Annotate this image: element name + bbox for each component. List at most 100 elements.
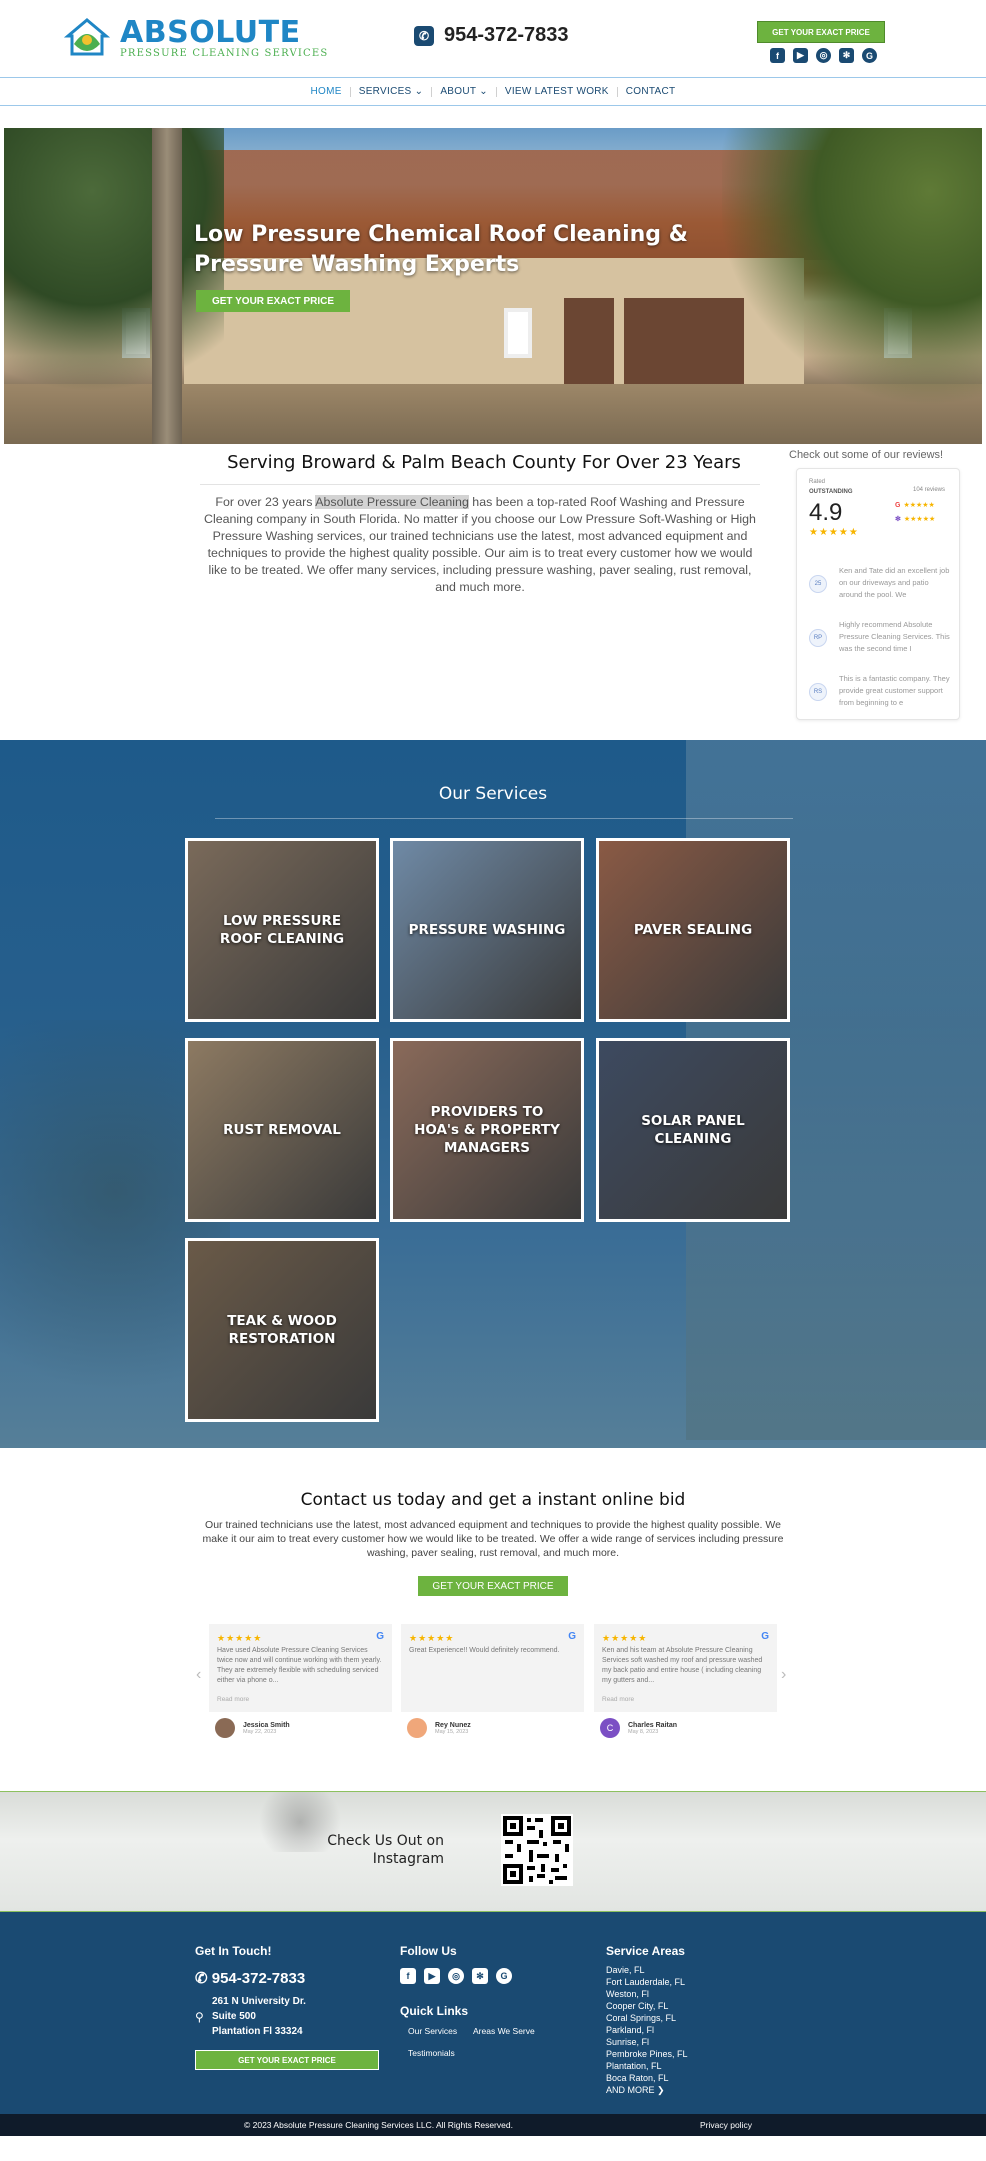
phone-icon: ✆: [414, 25, 434, 46]
about-title: Serving Broward & Palm Beach County For …: [227, 452, 741, 473]
reviews-widget[interactable]: Rated OUTSTANDING 4.9 ★★★★★ 104 reviews …: [796, 468, 960, 720]
google-icon: G: [761, 1631, 769, 1642]
footer-link-services[interactable]: Our Services: [408, 2026, 457, 2036]
review-snippet-text: Highly recommend Absolute Pressure Clean…: [839, 620, 950, 653]
card-text: Ken and his team at Absolute Pressure Cl…: [602, 1647, 763, 1684]
service-tile-roof-cleaning[interactable]: LOW PRESSURE ROOF CLEANING: [185, 838, 379, 1022]
card-stars: ★★★★★: [217, 1633, 263, 1643]
chevron-down-icon: ⌄: [414, 86, 424, 97]
review-snippet[interactable]: RS This is a fantastic company. They pro…: [809, 673, 955, 713]
reviews-heading: Check out some of our reviews!: [789, 449, 944, 461]
google-icon[interactable]: G: [496, 1968, 512, 1984]
google-stars: ★★★★★: [903, 502, 935, 509]
service-tile-hoa[interactable]: PROVIDERS TO HOA's & PROPERTY MANAGERS: [390, 1038, 584, 1222]
service-area-item[interactable]: Boca Raton, FL: [606, 2072, 688, 2084]
address-line: Plantation Fl 33324: [212, 2026, 303, 2037]
instagram-icon[interactable]: ◎: [448, 1968, 464, 1984]
logo-name: ABSOLUTE: [120, 14, 301, 50]
service-area-item[interactable]: Sunrise, Fl: [606, 2036, 688, 2048]
review-date: May 8, 2023: [628, 1728, 659, 1735]
privacy-policy-link[interactable]: Privacy policy: [700, 2120, 752, 2130]
rating-stars: ★★★★★: [809, 527, 859, 538]
testimonial-card[interactable]: ★★★★★ G Ken and his team at Absolute Pre…: [594, 1624, 777, 1712]
service-areas-more-link[interactable]: AND MORE ❯: [606, 2084, 688, 2096]
footer-price-button[interactable]: GET YOUR EXACT PRICE: [195, 2050, 379, 2070]
reviewer-name: Jessica Smith: [243, 1721, 290, 1729]
reviewer: Rey Nunez May 15, 2023: [407, 1718, 471, 1738]
service-tile-rust-removal[interactable]: RUST REMOVAL: [185, 1038, 379, 1222]
chevron-right-icon[interactable]: ›: [781, 1666, 786, 1684]
instagram-icon[interactable]: ◎: [816, 48, 831, 63]
nav-about[interactable]: ABOUT ⌄: [432, 86, 496, 97]
service-tile-solar[interactable]: SOLAR PANEL CLEANING: [596, 1038, 790, 1222]
read-more-link[interactable]: Read more: [602, 1696, 634, 1703]
hero-image-palm-trunk: [152, 128, 182, 444]
contact-section: Contact us today and get a instant onlin…: [0, 1448, 986, 1791]
service-areas-list: Davie, FL Fort Lauderdale, FL Weston, Fl…: [606, 1964, 688, 2096]
reviewer: C Charles Raitan May 8, 2023: [600, 1718, 677, 1738]
avatar: [215, 1718, 235, 1738]
service-area-item[interactable]: Parkland, Fl: [606, 2024, 688, 2036]
google-icon[interactable]: G: [862, 48, 877, 63]
avatar: RS: [809, 683, 827, 701]
site-footer: Get In Touch! ✆ 954-372-7833 ⚲ 261 N Uni…: [0, 1912, 986, 2136]
footer-phone[interactable]: ✆ 954-372-7833: [195, 1969, 305, 1987]
address-line: Suite 500: [212, 2011, 256, 2022]
service-area-item[interactable]: Davie, FL: [606, 1964, 688, 1976]
services-section: Our Services LOW PRESSURE ROOF CLEANING …: [0, 740, 986, 1448]
review-date: May 22, 2023: [243, 1728, 277, 1735]
about-text-start: For over 23 years: [215, 495, 316, 509]
service-tile-teak-wood[interactable]: TEAK & WOOD RESTORATION: [185, 1238, 379, 1422]
yelp-icon: ✻: [895, 516, 901, 523]
youtube-icon[interactable]: ▶: [793, 48, 808, 63]
nav-services[interactable]: SERVICES ⌄: [351, 86, 432, 97]
testimonial-card[interactable]: ★★★★★ G Great Experience!! Would definit…: [401, 1624, 584, 1712]
hero-image-palm: [722, 128, 982, 444]
service-area-item[interactable]: Weston, Fl: [606, 1988, 688, 2000]
read-more-link[interactable]: Read more: [217, 1696, 249, 1703]
footer-touch-title: Get In Touch!: [195, 1944, 272, 1958]
main-nav: HOME SERVICES ⌄ ABOUT ⌄ VIEW LATEST WORK…: [0, 78, 986, 106]
nav-latest-work[interactable]: VIEW LATEST WORK: [497, 86, 617, 97]
site-header: ABSOLUTE PRESSURE CLEANING SERVICES ✆ 95…: [0, 0, 986, 78]
google-icon: G: [895, 502, 901, 509]
instagram-band: Check Us Out on Instagram: [0, 1791, 986, 1912]
nav-contact[interactable]: CONTACT: [618, 86, 684, 97]
service-tile-paver-sealing[interactable]: PAVER SEALING: [596, 838, 790, 1022]
footer-link-areas[interactable]: Areas We Serve: [473, 2026, 535, 2036]
rating-score: 4.9: [809, 499, 843, 526]
service-area-item[interactable]: Cooper City, FL: [606, 2000, 688, 2012]
testimonial-card[interactable]: ★★★★★ G Have used Absolute Pressure Clea…: [209, 1624, 392, 1712]
hero-price-button[interactable]: GET YOUR EXACT PRICE: [196, 290, 350, 312]
nav-home[interactable]: HOME: [303, 86, 350, 97]
facebook-icon[interactable]: f: [400, 1968, 416, 1984]
service-tile-pressure-washing[interactable]: PRESSURE WASHING: [390, 838, 584, 1022]
service-area-item[interactable]: Plantation, FL: [606, 2060, 688, 2072]
service-area-item[interactable]: Fort Lauderdale, FL: [606, 1976, 688, 1988]
contact-price-button[interactable]: GET YOUR EXACT PRICE: [418, 1576, 568, 1596]
yelp-icon[interactable]: ✻: [839, 48, 854, 63]
card-text: Have used Absolute Pressure Cleaning Ser…: [217, 1647, 382, 1684]
header-price-button[interactable]: GET YOUR EXACT PRICE: [757, 21, 885, 43]
footer-quick-title: Quick Links: [400, 2004, 469, 2018]
google-rating: G ★★★★★: [895, 501, 935, 509]
qr-code-icon[interactable]: [501, 1814, 573, 1886]
card-text: Great Experience!! Would definitely reco…: [409, 1647, 560, 1654]
location-pin-icon: ⚲: [195, 2010, 204, 2024]
contact-text: Our trained technicians use the latest, …: [202, 1519, 784, 1559]
facebook-icon[interactable]: f: [770, 48, 785, 63]
review-snippet[interactable]: RP Highly recommend Absolute Pressure Cl…: [809, 619, 955, 659]
service-area-item[interactable]: Pembroke Pines, FL: [606, 2048, 688, 2060]
divider: [200, 484, 760, 485]
header-phone[interactable]: ✆ 954-372-7833: [414, 24, 569, 47]
footer-link-testimonials[interactable]: Testimonials: [408, 2048, 455, 2058]
logo-tagline: PRESSURE CLEANING SERVICES: [120, 47, 329, 59]
service-area-item[interactable]: Coral Springs, FL: [606, 2012, 688, 2024]
chevron-left-icon[interactable]: ‹: [196, 1666, 201, 1684]
yelp-icon[interactable]: ✻: [472, 1968, 488, 1984]
youtube-icon[interactable]: ▶: [424, 1968, 440, 1984]
phone-icon: ✆: [195, 1970, 208, 1987]
review-snippet[interactable]: 25 Ken and Tate did an excellent job on …: [809, 565, 955, 605]
services-title: Our Services: [438, 784, 548, 804]
logo[interactable]: ABSOLUTE PRESSURE CLEANING SERVICES: [60, 14, 328, 62]
